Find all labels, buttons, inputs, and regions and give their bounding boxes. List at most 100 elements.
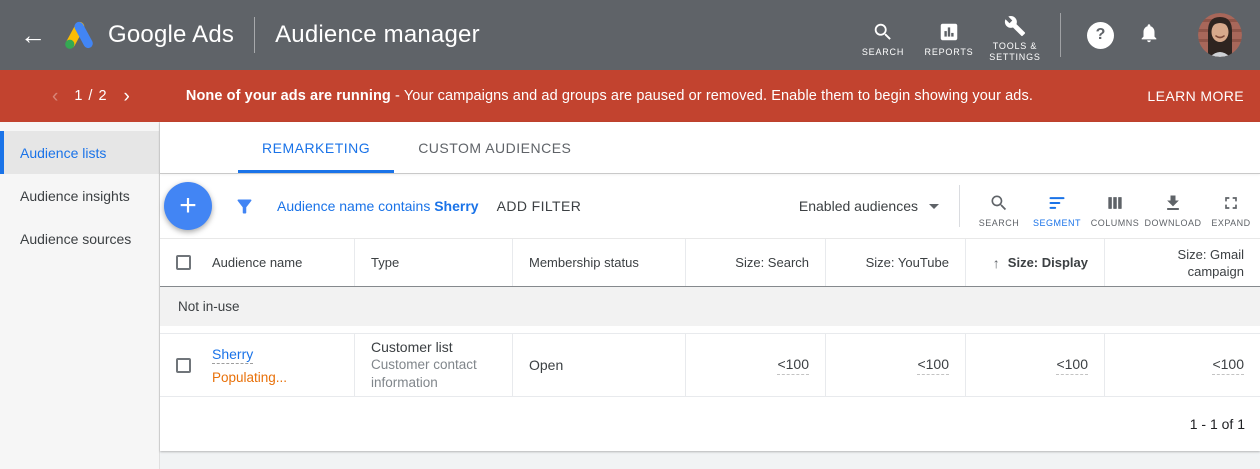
column-label-line2: campaign xyxy=(1188,264,1244,279)
row-size-search-cell: <100 xyxy=(686,334,826,396)
sidebar-item-audience-sources[interactable]: Audience sources xyxy=(0,217,159,260)
column-label: Size: Search xyxy=(735,255,809,270)
table-search-button[interactable]: SEARCH xyxy=(970,184,1028,228)
row-size-display-cell: <100 xyxy=(966,334,1105,396)
banner-page-count: 1 / 2 xyxy=(74,88,107,104)
table-segment-button[interactable]: SEGMENT xyxy=(1028,184,1086,228)
row-checkbox[interactable] xyxy=(176,358,191,373)
banner-next-icon[interactable]: › xyxy=(118,87,136,106)
active-filter-chip[interactable]: Audience name contains Sherry xyxy=(277,198,479,214)
select-all-checkbox[interactable] xyxy=(176,255,191,270)
row-membership-cell: Open xyxy=(513,334,686,396)
table-expand-button[interactable]: EXPAND xyxy=(1202,184,1260,228)
audience-name-link[interactable]: Sherry xyxy=(212,346,253,364)
column-label: Size: Display xyxy=(1008,255,1088,270)
audience-card: REMARKETING CUSTOM AUDIENCES + Audi xyxy=(160,122,1260,451)
chevron-down-icon xyxy=(929,204,939,209)
topbar-tools-settings-button[interactable]: TOOLS & SETTINGS xyxy=(982,7,1048,63)
populating-status: Populating... xyxy=(212,370,287,385)
topbar-actions-divider xyxy=(1060,13,1061,57)
filter-funnel-icon xyxy=(234,196,255,217)
tab-bar: REMARKETING CUSTOM AUDIENCES xyxy=(160,122,1260,174)
table-footer: 1 - 1 of 1 xyxy=(160,397,1260,451)
sidebar-item-label: Audience sources xyxy=(20,231,131,247)
topbar-reports-button[interactable]: REPORTS xyxy=(916,13,982,58)
tab-custom-audiences[interactable]: CUSTOM AUDIENCES xyxy=(394,122,595,173)
wrench-icon xyxy=(1004,15,1026,37)
table-row: Sherry Populating... Customer list Custo… xyxy=(160,333,1260,397)
user-avatar[interactable] xyxy=(1198,13,1242,57)
size-display-value: <100 xyxy=(1056,356,1088,375)
back-arrow-icon[interactable]: ← xyxy=(20,22,46,48)
banner-pager: ‹ 1 / 2 › xyxy=(46,87,136,106)
size-search-value: <100 xyxy=(777,356,809,375)
table-columns-label: COLUMNS xyxy=(1091,218,1140,228)
type-detail: Customer contact information xyxy=(371,356,496,392)
column-label: Type xyxy=(371,255,399,270)
column-label: Audience name xyxy=(212,255,302,270)
page-title: Audience manager xyxy=(275,21,480,49)
help-button[interactable]: ? xyxy=(1087,22,1114,49)
filter-field-text: Audience name contains xyxy=(277,198,434,214)
main-panel: REMARKETING CUSTOM AUDIENCES + Audi xyxy=(160,122,1260,469)
group-row-not-in-use: Not in-use xyxy=(160,287,1260,326)
sidebar-item-audience-lists[interactable]: Audience lists xyxy=(0,131,159,174)
table-download-button[interactable]: DOWNLOAD xyxy=(1144,184,1202,228)
segment-icon xyxy=(1047,193,1067,213)
audience-view-value: Enabled audiences xyxy=(799,198,918,214)
header-audience-name[interactable]: Audience name xyxy=(160,239,355,286)
row-type-cell: Customer list Customer contact informati… xyxy=(355,334,513,396)
toolbar-divider xyxy=(959,185,960,227)
group-label: Not in-use xyxy=(178,299,240,314)
google-ads-app: ← Google Ads Audience manager SEARCH xyxy=(0,0,1260,469)
search-icon xyxy=(872,21,894,43)
table-expand-label: EXPAND xyxy=(1211,218,1250,228)
column-label-line1: Size: Gmail xyxy=(1178,247,1244,262)
column-label: Size: Gmail campaign xyxy=(1178,246,1244,280)
table-columns-button[interactable]: COLUMNS xyxy=(1086,184,1144,228)
add-filter-button[interactable]: ADD FILTER xyxy=(497,198,582,214)
topbar-divider xyxy=(254,17,255,53)
expand-icon xyxy=(1221,193,1241,213)
google-ads-logo[interactable]: Google Ads xyxy=(62,20,234,50)
avatar-image xyxy=(1198,13,1242,57)
sidebar-item-label: Audience insights xyxy=(20,188,130,204)
search-icon xyxy=(989,193,1009,213)
size-gmail-value: <100 xyxy=(1212,356,1244,375)
header-membership-status[interactable]: Membership status xyxy=(513,239,686,286)
topbar-search-label: SEARCH xyxy=(862,47,904,58)
columns-icon xyxy=(1105,193,1125,213)
google-ads-logo-icon xyxy=(62,20,96,50)
sort-ascending-icon: ↑ xyxy=(993,255,1000,271)
banner-message-body: - Your campaigns and ad groups are pause… xyxy=(391,88,1033,104)
table-segment-label: SEGMENT xyxy=(1033,218,1081,228)
row-size-gmail-cell: <100 xyxy=(1105,334,1260,396)
header-size-gmail-campaign[interactable]: Size: Gmail campaign xyxy=(1105,239,1260,286)
column-label: Size: YouTube xyxy=(866,255,949,270)
tab-label: REMARKETING xyxy=(262,140,370,156)
filter-value-text: Sherry xyxy=(434,198,478,214)
product-name: Google Ads xyxy=(108,21,234,49)
topbar-search-button[interactable]: SEARCH xyxy=(850,13,916,58)
sidebar: Audience lists Audience insights Audienc… xyxy=(0,122,160,469)
notifications-button[interactable] xyxy=(1138,22,1160,49)
row-audience-name-cell: Sherry Populating... xyxy=(160,334,355,396)
sidebar-item-audience-insights[interactable]: Audience insights xyxy=(0,174,159,217)
header-size-search[interactable]: Size: Search xyxy=(686,239,826,286)
header-type[interactable]: Type xyxy=(355,239,513,286)
table-download-label: DOWNLOAD xyxy=(1144,218,1201,228)
table-search-label: SEARCH xyxy=(979,218,1020,228)
banner-prev-icon[interactable]: ‹ xyxy=(46,87,64,106)
column-label: Membership status xyxy=(529,255,639,270)
topbar-tools-settings-label: TOOLS & SETTINGS xyxy=(982,41,1048,63)
content-area: Audience lists Audience insights Audienc… xyxy=(0,122,1260,469)
tab-remarketing[interactable]: REMARKETING xyxy=(238,122,394,173)
audience-view-dropdown[interactable]: Enabled audiences xyxy=(799,198,939,214)
learn-more-button[interactable]: LEARN MORE xyxy=(1147,88,1244,104)
header-size-display[interactable]: ↑ Size: Display xyxy=(966,239,1105,286)
header-size-youtube[interactable]: Size: YouTube xyxy=(826,239,966,286)
size-youtube-value: <100 xyxy=(917,356,949,375)
topbar-actions: SEARCH REPORTS TOOLS & SETTINGS ? xyxy=(850,7,1260,63)
pagination-range: 1 - 1 of 1 xyxy=(1190,416,1245,432)
add-audience-button[interactable]: + xyxy=(164,182,212,230)
